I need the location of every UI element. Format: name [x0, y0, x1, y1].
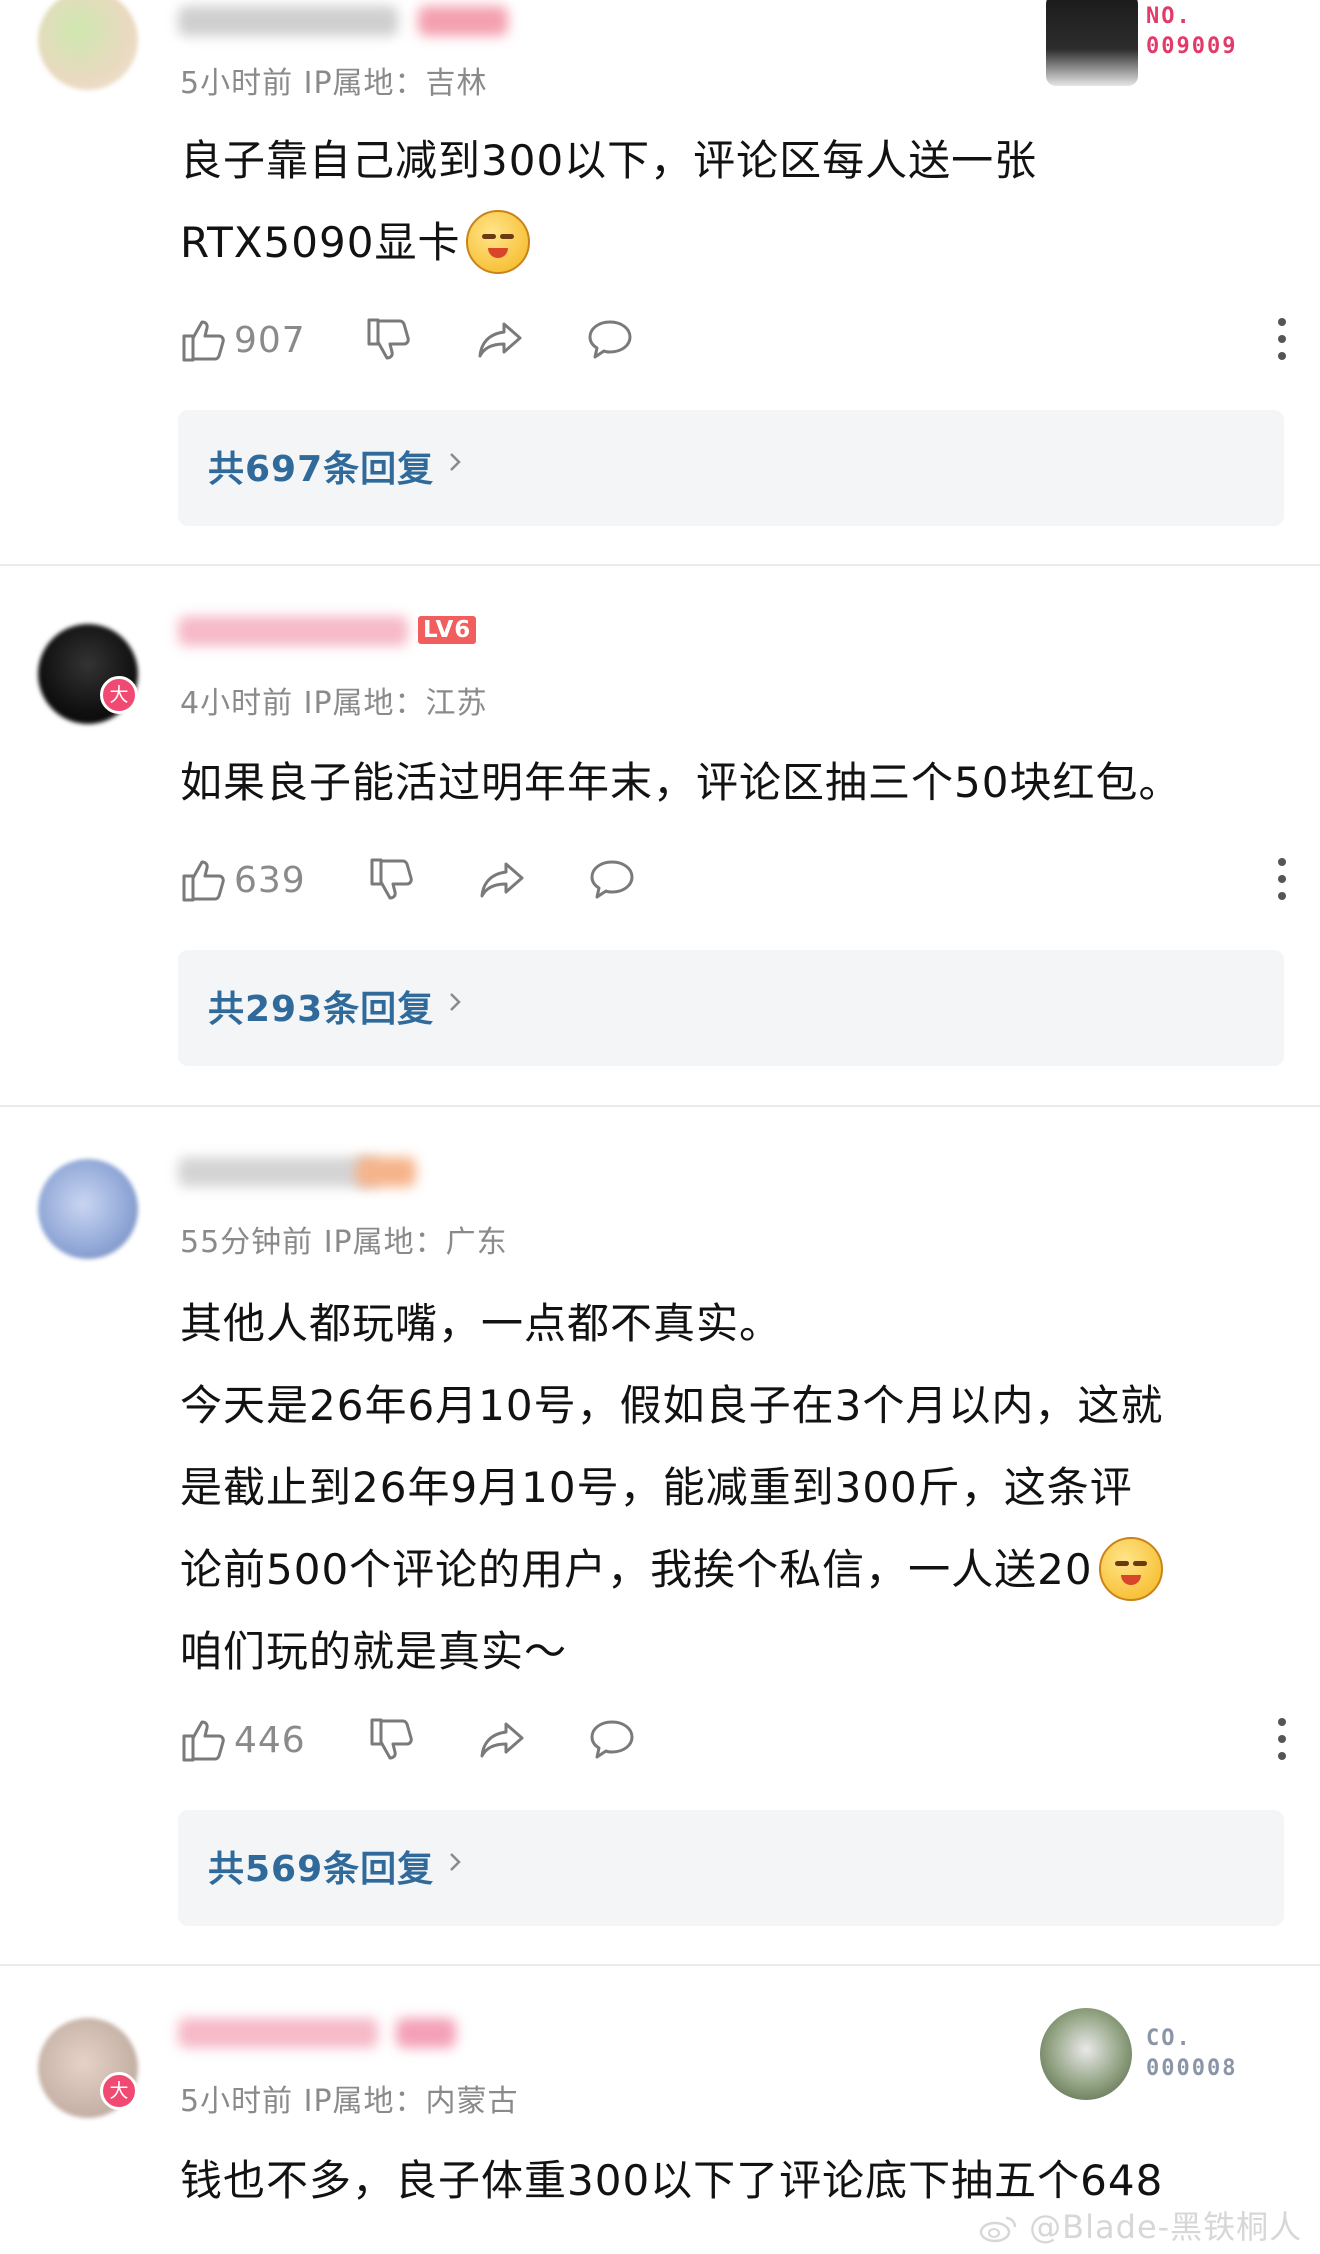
fan-badge-number: NO. 009009 [1146, 4, 1238, 59]
user-tag [418, 6, 508, 36]
username[interactable] [178, 2018, 378, 2048]
replies-link[interactable]: 共569条回复 [178, 1810, 1284, 1926]
chevron-right-icon [450, 993, 461, 1011]
thumbs-up-icon [182, 320, 225, 362]
comment-text: 如果良子能活过明年年末，评论区抽三个50块红包。 [180, 758, 1182, 807]
fan-badge-number: CO. 000008 [1146, 2026, 1238, 2081]
share-icon [480, 862, 524, 898]
comment-text: 其他人都玩嘴，一点都不真实。 今天是26年6月10号，假如良子在3个月以内，这就… [180, 1299, 1164, 1676]
level-badge: LV6 [418, 616, 477, 644]
more-vertical-icon[interactable] [1276, 858, 1288, 902]
action-bar: 446 [178, 1712, 1288, 1768]
action-bar: 639 [178, 852, 1288, 908]
replies-count: 共697条回复 [208, 449, 435, 490]
comment-meta: 5小时前 IP属地：吉林 [180, 66, 488, 101]
comment-meta: 55分钟前 IP属地：广东 [180, 1225, 508, 1260]
share-button[interactable] [476, 1712, 528, 1768]
comment-meta: 5小时前 IP属地：内蒙古 [180, 2084, 519, 2119]
like-button[interactable]: 639 [178, 852, 306, 908]
replies-link[interactable]: 共293条回复 [178, 950, 1284, 1066]
username[interactable] [178, 1157, 378, 1187]
like-count: 639 [234, 859, 306, 901]
reply-button[interactable] [586, 1712, 638, 1768]
dislike-button[interactable] [366, 1712, 418, 1768]
username[interactable] [178, 6, 398, 36]
smirk-emoji-icon [466, 209, 531, 274]
like-button[interactable]: 907 [178, 312, 306, 368]
avatar[interactable] [38, 0, 138, 90]
more-vertical-icon[interactable] [1276, 1718, 1288, 1762]
fan-badge-avatar [1046, 0, 1138, 86]
replies-count: 共569条回复 [208, 1849, 435, 1890]
user-tag [356, 1157, 416, 1187]
comment-bubble-icon [590, 1720, 634, 1759]
share-icon [480, 1722, 524, 1758]
reply-button[interactable] [584, 312, 636, 368]
comment-text: 良子靠自己减到300以下，评论区每人送一张 RTX5090显卡 [180, 120, 1037, 284]
avatar[interactable] [38, 1159, 138, 1259]
username[interactable] [178, 616, 408, 646]
thumbs-down-icon [370, 858, 413, 900]
comment-card: 5小时前 IP属地：吉林 NO. 009009 良子靠自己减到300以下，评论区… [0, 0, 1320, 565]
comment-meta: 4小时前 IP属地：江苏 [180, 686, 488, 721]
chevron-right-icon [450, 453, 461, 471]
reply-button[interactable] [586, 852, 638, 908]
like-button[interactable]: 446 [178, 1712, 306, 1768]
fan-badge-avatar [1040, 2008, 1132, 2100]
weibo-logo-icon [979, 2216, 1017, 2243]
like-count: 907 [234, 319, 306, 361]
thumbs-down-icon [370, 1718, 413, 1760]
share-button[interactable] [474, 312, 526, 368]
comment-card: 大 LV6 4小时前 IP属地：江苏 如果良子能活过明年年末，评论区抽三个50块… [0, 566, 1320, 1106]
vip-badge: 大 [100, 676, 138, 714]
share-button[interactable] [476, 852, 528, 908]
thumbs-up-icon [182, 1720, 225, 1762]
comment-bubble-icon [588, 320, 632, 359]
vip-badge: 大 [100, 2072, 138, 2110]
dislike-button[interactable] [363, 312, 415, 368]
action-bar: 907 [178, 312, 1288, 368]
like-count: 446 [234, 1719, 306, 1761]
share-icon [478, 322, 522, 358]
money-mouth-emoji-icon [1098, 1536, 1163, 1601]
thumbs-up-icon [182, 860, 225, 902]
dislike-button[interactable] [366, 852, 418, 908]
comment-bubble-icon [590, 860, 634, 899]
replies-link[interactable]: 共697条回复 [178, 410, 1284, 526]
thumbs-down-icon [367, 318, 410, 360]
comment-card: 55分钟前 IP属地：广东 其他人都玩嘴，一点都不真实。 今天是26年6月10号… [0, 1107, 1320, 1965]
more-vertical-icon[interactable] [1276, 318, 1288, 362]
user-tag [396, 2018, 456, 2048]
chevron-right-icon [450, 1853, 461, 1871]
replies-count: 共293条回复 [208, 989, 435, 1030]
watermark: @Blade-黑铁桐人 [978, 2202, 1302, 2248]
